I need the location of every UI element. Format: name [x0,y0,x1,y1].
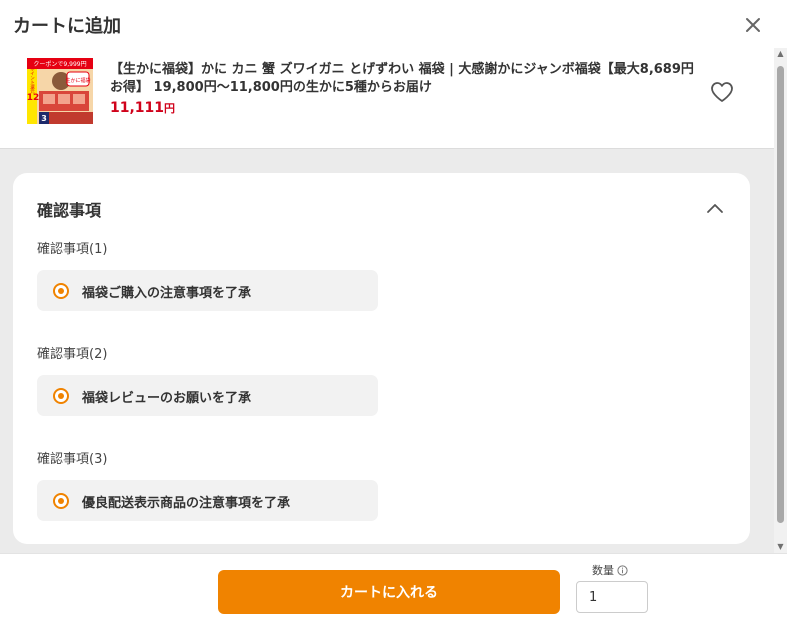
scroll-down-arrow-icon[interactable]: ▼ [774,541,787,553]
product-summary: クーポンで9,999円 ポイント還元 生かに福袋 12 3 【生かに福袋】かに … [0,48,774,148]
product-price-value: 11,111 [110,100,165,116]
confirm-option-2[interactable]: 福袋レビューのお願いを了承 [37,375,378,416]
thumb-big-number: 12 [27,93,39,103]
add-to-cart-button[interactable]: カートに入れる [218,570,560,614]
options-scroll-area: 確認事項 確認事項(1) 福袋ご購入の注意事項を了承 確認事項(2) 福袋レビュ… [0,148,774,554]
chevron-up-icon[interactable] [703,198,727,218]
thumb-banner-text: クーポンで9,999円 [33,60,86,68]
product-thumbnail: クーポンで9,999円 ポイント還元 生かに福袋 12 3 [27,58,93,124]
quantity-input[interactable] [576,581,648,613]
vertical-scrollbar[interactable]: ▲ ▼ [774,48,787,553]
favorite-heart-icon[interactable] [709,80,735,104]
scrollbar-thumb[interactable] [777,66,784,523]
confirm-option-label-3: 優良配送表示商品の注意事項を了承 [82,496,291,511]
quantity-label-text: 数量 [592,564,614,577]
confirm-option-1[interactable]: 福袋ご購入の注意事項を了承 [37,270,378,311]
radio-selected-icon[interactable] [53,388,69,404]
close-icon[interactable] [741,13,765,37]
add-to-cart-dialog: カートに追加 クーポンで9,999円 ポイント還元 生かに福袋 12 3 【生か… [0,0,787,621]
confirm-item-label-2: 確認事項(2) [37,347,108,362]
product-name[interactable]: 【生かに福袋】かに カニ 蟹 ズワイガニ とげずわい 福袋 | 大感謝かにジャン… [110,61,695,97]
confirm-item-label-1: 確認事項(1) [37,242,108,257]
dialog-title: カートに追加 [13,16,121,37]
thumb-badge-text: 生かに福袋 [65,77,90,84]
product-price: 11,111円 [110,100,175,116]
product-price-unit: 円 [164,102,176,115]
thumb-small-number: 3 [41,114,47,123]
thumb-side-text: ポイント還元 [30,66,35,95]
radio-selected-icon[interactable] [53,283,69,299]
confirm-option-3[interactable]: 優良配送表示商品の注意事項を了承 [37,480,378,521]
dialog-footer: カートに入れる 数量 [0,553,787,621]
info-icon[interactable] [617,565,628,579]
confirm-option-label-1: 福袋ご購入の注意事項を了承 [82,286,252,301]
quantity-label: 数量 [592,562,628,579]
confirm-item-label-3: 確認事項(3) [37,452,108,467]
confirm-option-label-2: 福袋レビューのお願いを了承 [82,391,252,406]
confirm-section-card: 確認事項 確認事項(1) 福袋ご購入の注意事項を了承 確認事項(2) 福袋レビュ… [13,173,750,544]
radio-selected-icon[interactable] [53,493,69,509]
scroll-up-arrow-icon[interactable]: ▲ [774,48,787,60]
confirm-section-title: 確認事項 [37,201,102,220]
